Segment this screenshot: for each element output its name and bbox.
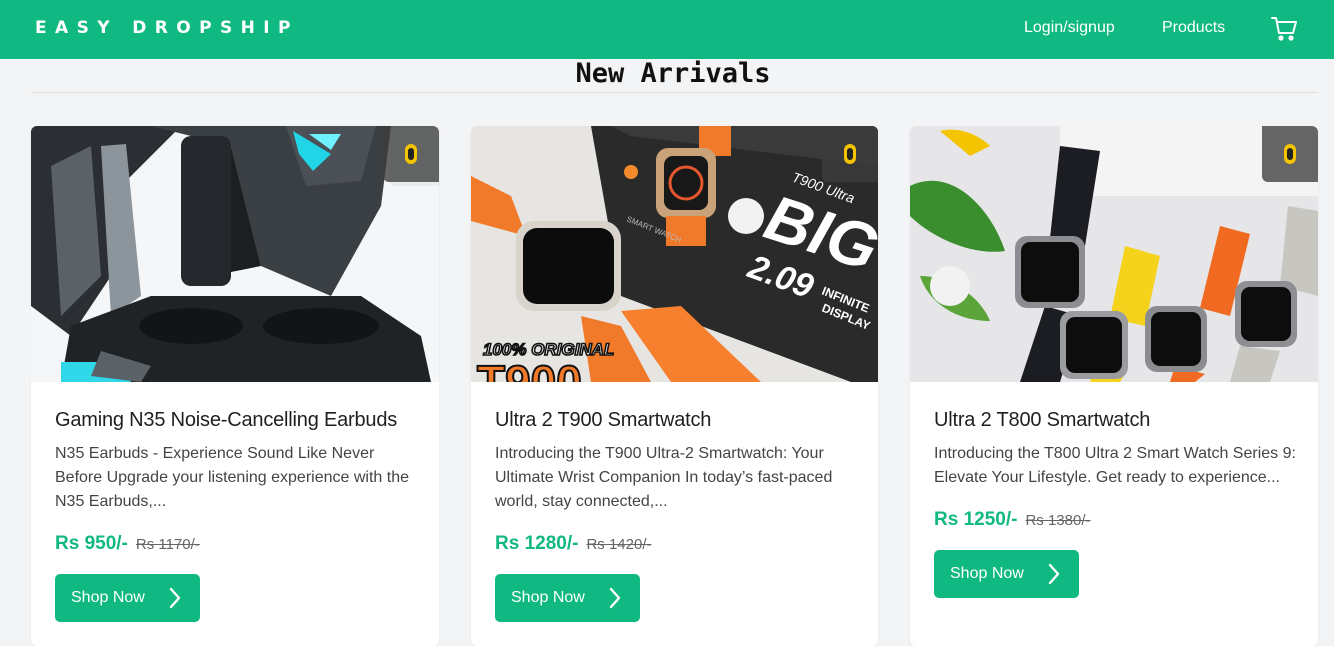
product-description: Introducing the T800 Ultra 2 Smart Watch… xyxy=(934,445,1296,486)
product-card[interactable]: T900 Ultra BIG 2.09 INFINITE DISPLAY SMA… xyxy=(471,126,878,646)
product-price: Rs 1280/- xyxy=(495,533,579,554)
product-description: N35 Earbuds - Experience Sound Like Neve… xyxy=(55,445,409,510)
product-old-price: Rs 1170/- xyxy=(135,536,200,553)
product-old-price: Rs 1380/- xyxy=(1025,512,1091,529)
section-divider xyxy=(31,92,1317,93)
product-image-t900[interactable]: T900 Ultra BIG 2.09 INFINITE DISPLAY SMA… xyxy=(471,126,878,382)
shop-now-label: Shop Now xyxy=(71,589,145,606)
product-card[interactable]: Ultra 2 T800 Smartwatch Introducing the … xyxy=(910,126,1318,646)
shop-now-button[interactable]: Shop Now xyxy=(495,574,640,622)
price-row: Rs 1250/- Rs 1380/- xyxy=(934,509,1091,531)
product-image-t800[interactable] xyxy=(910,126,1318,382)
products-link[interactable]: Products xyxy=(1162,19,1225,37)
badge-icon[interactable] xyxy=(1262,126,1318,182)
badge-icon[interactable] xyxy=(822,126,878,182)
section-title: New Arrivals xyxy=(575,58,771,89)
brand-logo[interactable]: EASY DROPSHIP xyxy=(35,18,299,38)
product-title[interactable]: Gaming N35 Noise-Cancelling Earbuds xyxy=(55,409,397,432)
price-row: Rs 1280/- Rs 1420/- xyxy=(495,533,652,555)
badge-icon[interactable] xyxy=(383,126,439,182)
product-price: Rs 950/- xyxy=(55,533,128,554)
login-signup-link[interactable]: Login/signup xyxy=(1024,19,1115,37)
shop-now-button[interactable]: Shop Now xyxy=(55,574,200,622)
chevron-right-icon xyxy=(609,587,621,609)
product-old-price: Rs 1420/- xyxy=(586,536,652,553)
shop-now-label: Shop Now xyxy=(511,589,585,606)
product-image-earbuds[interactable] xyxy=(31,126,439,382)
cart-icon[interactable] xyxy=(1270,15,1298,43)
product-price: Rs 1250/- xyxy=(934,509,1018,530)
product-title[interactable]: Ultra 2 T800 Smartwatch xyxy=(934,409,1150,432)
product-title[interactable]: Ultra 2 T900 Smartwatch xyxy=(495,409,711,432)
model-label: T900 xyxy=(477,356,582,382)
chevron-right-icon xyxy=(1048,563,1060,585)
product-card[interactable]: Gaming N35 Noise-Cancelling Earbuds N35 … xyxy=(31,126,439,646)
shop-now-label: Shop Now xyxy=(950,565,1024,582)
product-description: Introducing the T900 Ultra-2 Smartwatch:… xyxy=(495,445,833,510)
price-row: Rs 950/- Rs 1170/- xyxy=(55,533,200,555)
shop-now-button[interactable]: Shop Now xyxy=(934,550,1079,598)
navbar: EASY DROPSHIP Login/signup Products xyxy=(0,0,1334,59)
chevron-right-icon xyxy=(169,587,181,609)
